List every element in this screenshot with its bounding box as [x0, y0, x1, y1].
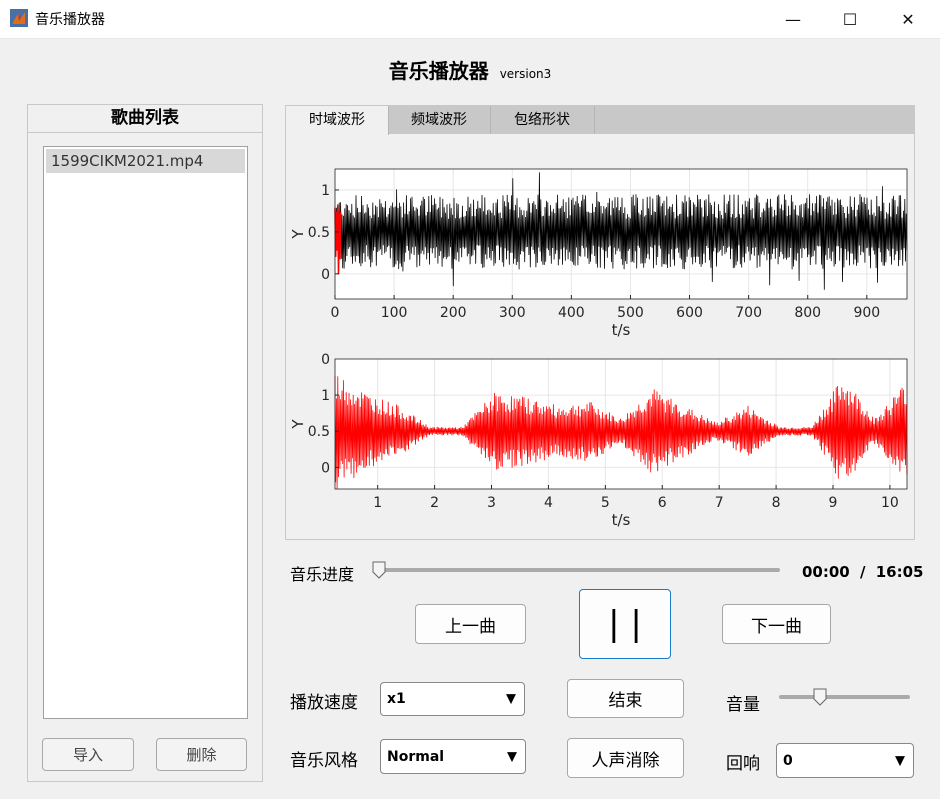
playlist-panel: 歌曲列表 1599CIKM2021.mp4 导入 删除 [27, 104, 263, 782]
x-tick-label: 200 [440, 305, 467, 321]
x-tick-label: 2 [430, 495, 439, 511]
x-tick-label: 3 [487, 495, 496, 511]
echo-label: 回响 [726, 749, 760, 774]
pause-button[interactable]: | | [579, 589, 671, 659]
x-tick-label: 0 [331, 305, 340, 321]
vocal-remove-button[interactable]: 人声消除 [567, 738, 684, 778]
volume-slider[interactable] [777, 688, 912, 706]
next-track-button[interactable]: 下一曲 [722, 604, 831, 644]
x-tick-label: 7 [715, 495, 724, 511]
x-axis-label: t/s [612, 511, 631, 529]
volume-thumb[interactable] [813, 688, 827, 706]
x-tick-label: 300 [499, 305, 526, 321]
plots-canvas: 010020030040050060070080090000.51t/sY 12… [286, 106, 914, 539]
minimize-icon: — [785, 10, 801, 29]
previous-track-button[interactable]: 上一曲 [415, 604, 526, 644]
y-tick-label: 1 [321, 388, 330, 404]
song-list-item[interactable]: 1599CIKM2021.mp4 [46, 149, 245, 173]
x-tick-label: 800 [794, 305, 821, 321]
waveform-tab-group: 时域波形 频域波形 包络形状 0100200300400500600700800… [285, 105, 915, 540]
x-tick-label: 700 [735, 305, 762, 321]
x-tick-label: 500 [617, 305, 644, 321]
x-tick-label: 9 [829, 495, 838, 511]
time-waveform-chart: 0 100 200 300 400 500 600 700 800 900 0 0.5 1 t/s Y [289, 169, 907, 339]
volume-track [779, 695, 910, 699]
progress-label: 音乐进度 [290, 561, 354, 585]
song-list[interactable]: 1599CIKM2021.mp4 [43, 146, 248, 719]
chevron-down-icon: ▼ [507, 749, 517, 764]
y-tick-label: 0.5 [308, 424, 330, 440]
x-tick-label: 400 [558, 305, 585, 321]
volume-label: 音量 [726, 690, 760, 715]
minimize-button[interactable]: — [770, 0, 816, 38]
app-title: 音乐播放器 [389, 59, 489, 83]
speed-value: x1 [387, 691, 406, 707]
time-readout: 00:00 / 16:05 [802, 563, 923, 581]
style-label: 音乐风格 [290, 746, 358, 771]
x-tick-label: 600 [676, 305, 703, 321]
audio-envelope-chart: 1234567891000.510t/sY [289, 352, 907, 529]
matlab-app-icon [10, 9, 28, 27]
echo-value: 0 [783, 753, 793, 769]
x-tick-label: 5 [601, 495, 610, 511]
x-tick-label: 6 [658, 495, 667, 511]
progress-track [374, 568, 780, 572]
y-tick-label: 0 [321, 460, 330, 476]
playlist-title: 歌曲列表 [28, 105, 262, 133]
x-tick-label: 4 [544, 495, 553, 511]
close-icon: ✕ [901, 10, 914, 29]
window-titlebar: 音乐播放器 — ☐ ✕ [0, 0, 940, 39]
total-time: 16:05 [876, 563, 924, 581]
progress-thumb[interactable] [372, 561, 386, 579]
y-tick-label: 1 [321, 183, 330, 199]
y-tick-label: 0.5 [308, 225, 330, 241]
x-axis-label: t/s [612, 321, 631, 339]
speed-dropdown[interactable]: x1 ▼ [380, 682, 525, 716]
time-separator: / [860, 563, 865, 581]
y-tick-label-top: 0 [321, 352, 330, 368]
style-value: Normal [387, 749, 444, 765]
close-button[interactable]: ✕ [885, 0, 931, 38]
echo-dropdown[interactable]: 0 ▼ [776, 743, 914, 778]
maximize-button[interactable]: ☐ [827, 0, 873, 38]
progress-slider[interactable] [372, 562, 782, 578]
current-time: 00:00 [802, 563, 850, 581]
y-axis-label: Y [289, 229, 307, 240]
app-version: version3 [500, 67, 552, 81]
x-tick-label: 100 [381, 305, 408, 321]
x-tick-label: 10 [881, 495, 899, 511]
import-button[interactable]: 导入 [42, 738, 134, 771]
stop-button[interactable]: 结束 [567, 679, 684, 718]
speed-label: 播放速度 [290, 688, 358, 713]
y-tick-label: 0 [321, 267, 330, 283]
x-tick-label: 8 [772, 495, 781, 511]
maximize-icon: ☐ [843, 10, 857, 29]
x-tick-label: 900 [853, 305, 880, 321]
delete-button[interactable]: 删除 [156, 738, 247, 771]
x-tick-label: 1 [373, 495, 382, 511]
style-dropdown[interactable]: Normal ▼ [380, 739, 526, 774]
chevron-down-icon: ▼ [506, 692, 516, 707]
pause-icon: | | [608, 604, 642, 644]
window-title: 音乐播放器 [35, 9, 105, 29]
y-axis-label: Y [289, 419, 307, 430]
app-header: 音乐播放器 version3 [0, 55, 940, 84]
chevron-down-icon: ▼ [895, 753, 905, 768]
